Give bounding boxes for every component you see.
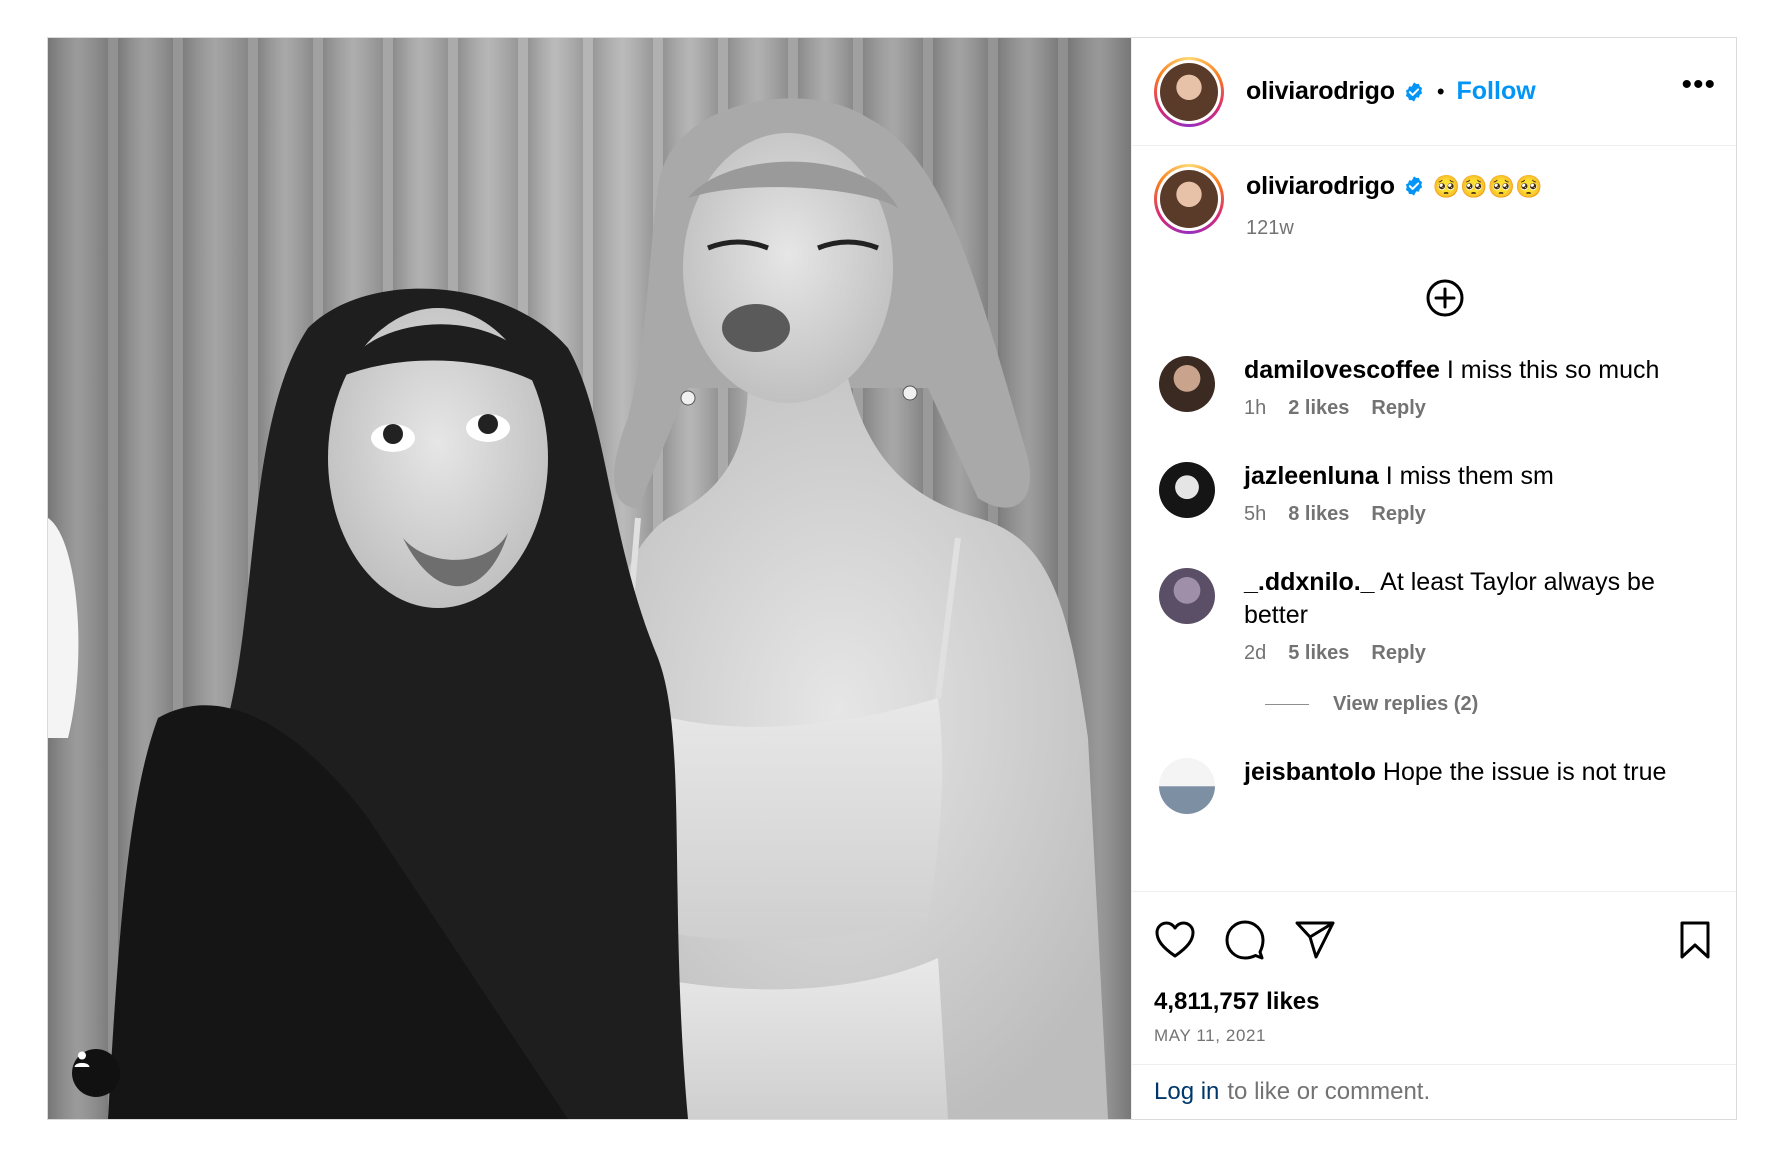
header-separator: • <box>1436 78 1445 104</box>
action-bar <box>1154 892 1712 988</box>
caption-username[interactable]: oliviarodrigo <box>1246 172 1395 200</box>
login-suffix: to like or comment. <box>1227 1078 1431 1105</box>
reply-button[interactable]: Reply <box>1371 503 1425 526</box>
add-circle-icon[interactable] <box>1194 278 1696 318</box>
caption: oliviarodrigo 🥺🥺🥺🥺 121w <box>1154 164 1696 240</box>
comment-username[interactable]: damilovescoffee <box>1244 356 1440 384</box>
login-prompt: Log in to like or comment. <box>1132 1064 1736 1119</box>
comment-item: jeisbantolo Hope the issue is not true <box>1154 756 1696 814</box>
comment-username[interactable]: jeisbantolo <box>1244 758 1376 786</box>
post-footer: 4,811,757 likes MAY 11, 2021 Log in to l… <box>1132 891 1736 1119</box>
reply-button[interactable]: Reply <box>1371 397 1425 420</box>
share-icon[interactable] <box>1294 920 1336 960</box>
author-avatar[interactable] <box>1154 56 1224 127</box>
verified-badge-icon <box>1403 81 1425 103</box>
commenter-avatar[interactable] <box>1159 568 1215 624</box>
post-photo[interactable] <box>48 38 1131 1119</box>
view-replies-button[interactable]: View replies (2) <box>1265 693 1696 716</box>
bookmark-icon[interactable] <box>1678 920 1712 960</box>
comment-username[interactable]: jazleenluna <box>1244 462 1379 490</box>
reply-button[interactable]: Reply <box>1371 642 1425 665</box>
verified-badge-icon <box>1403 175 1425 197</box>
comment-text: Hope the issue is not true <box>1382 758 1667 786</box>
caption-time: 121w <box>1246 217 1294 239</box>
author-username[interactable]: oliviarodrigo <box>1246 77 1395 106</box>
commenter-avatar[interactable] <box>1159 462 1215 518</box>
comment-time: 2d <box>1244 642 1267 664</box>
comment-item: damilovescoffee I miss this so much 1h 2… <box>1154 354 1696 420</box>
replies-divider <box>1265 704 1309 705</box>
comment-text: I miss this so much <box>1446 356 1660 384</box>
follow-button[interactable]: Follow <box>1457 77 1536 106</box>
view-replies-label: View replies (2) <box>1333 693 1479 715</box>
post-container: oliviarodrigo • Follow ••• oliviarodrigo… <box>47 37 1737 1120</box>
comment-item: jazleenluna I miss them sm 5h 8 likes Re… <box>1154 460 1696 526</box>
post-side-panel: oliviarodrigo • Follow ••• oliviarodrigo… <box>1131 38 1736 1119</box>
post-date: MAY 11, 2021 <box>1154 1026 1267 1045</box>
comments-section[interactable]: oliviarodrigo 🥺🥺🥺🥺 121w damilovescoffee I… <box>1132 146 1736 891</box>
login-link[interactable]: Log in <box>1154 1078 1219 1106</box>
comment-time: 5h <box>1244 503 1267 525</box>
likes-count[interactable]: 4,811,757 likes <box>1154 988 1712 1016</box>
comment-icon[interactable] <box>1224 919 1266 961</box>
photo-illustration <box>48 38 1131 1119</box>
post-header: oliviarodrigo • Follow ••• <box>1132 38 1736 146</box>
commenter-avatar[interactable] <box>1159 758 1215 814</box>
caption-text: 🥺🥺🥺🥺 <box>1432 174 1543 199</box>
commenter-avatar[interactable] <box>1159 356 1215 412</box>
comment-username[interactable]: _.ddxnilo._ <box>1244 568 1375 596</box>
more-options-icon[interactable]: ••• <box>1681 69 1716 114</box>
comment-likes[interactable]: 8 likes <box>1288 503 1349 526</box>
comment-item: _.ddxnilo._ At least Taylor always be be… <box>1154 566 1696 665</box>
caption-avatar[interactable] <box>1154 164 1224 234</box>
comment-likes[interactable]: 2 likes <box>1288 397 1349 420</box>
comment-likes[interactable]: 5 likes <box>1288 642 1349 665</box>
comment-text: I miss them sm <box>1385 462 1554 490</box>
user-tag-button[interactable] <box>72 1049 120 1097</box>
comment-time: 1h <box>1244 397 1267 419</box>
heart-icon[interactable] <box>1154 920 1196 960</box>
